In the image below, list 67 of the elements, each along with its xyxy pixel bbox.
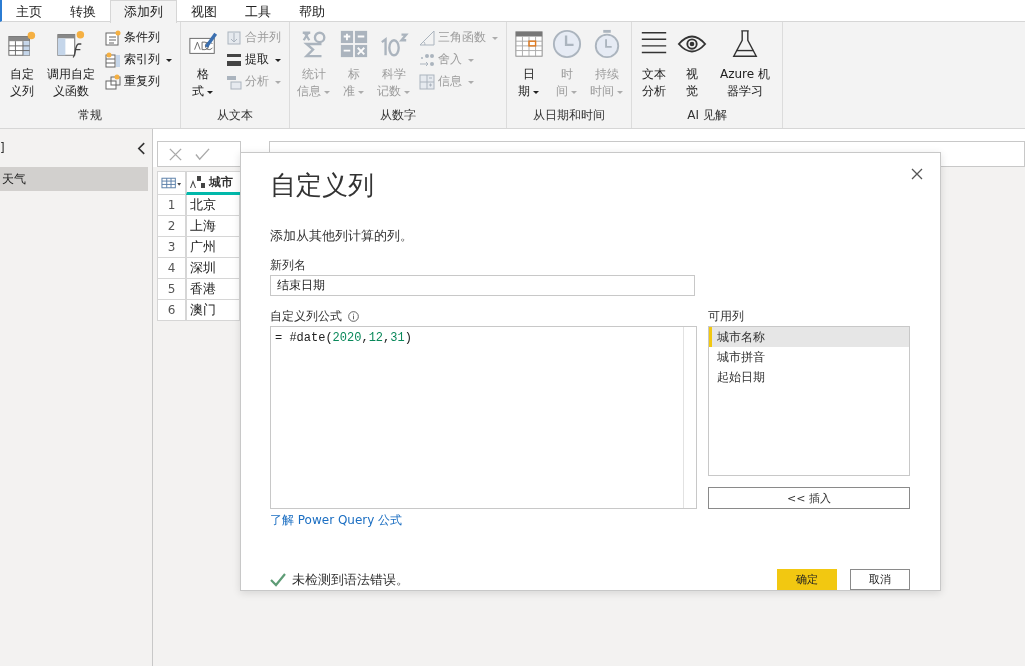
row-number: 2 — [157, 216, 186, 237]
column-list-item[interactable]: 城市名称 — [709, 327, 909, 347]
group-label: 从日期和时间 — [532, 107, 606, 124]
decimal-icon — [419, 51, 435, 68]
group-label: 常规 — [77, 107, 103, 124]
cancel-button[interactable]: 取消 — [850, 569, 910, 590]
info-icon[interactable] — [348, 310, 359, 322]
close-icon[interactable] — [911, 168, 923, 180]
ribbon-button[interactable]: 提取 — [223, 49, 285, 70]
triangle-icon — [419, 29, 435, 46]
field-label: 自定义列公式 — [270, 309, 342, 323]
flask-icon — [730, 29, 760, 59]
list-label: 可用列 — [708, 309, 745, 323]
calendar-icon — [514, 29, 544, 59]
field-label: 新列名 — [270, 258, 307, 272]
group-label: AI 见解 — [686, 107, 728, 124]
stopwatch-icon — [592, 29, 622, 59]
row-number: 1 — [157, 195, 186, 216]
ribbon-button[interactable]: 条件列 — [102, 27, 176, 48]
ribbon-tab[interactable]: 工具 — [231, 0, 285, 22]
row-number: 5 — [157, 279, 186, 300]
table-star-icon — [7, 29, 37, 59]
dialog-title: 自定义列 — [270, 169, 374, 202]
row-number: 3 — [157, 237, 186, 258]
numbered-grid-icon — [419, 73, 435, 90]
table-fx-icon — [56, 29, 86, 59]
check-icon — [270, 572, 286, 587]
stacked-marks-icon — [226, 51, 242, 68]
numbered-column-icon — [105, 51, 121, 68]
pane-title: ] — [0, 141, 5, 155]
status-message: 未检测到语法错误。 — [292, 570, 410, 589]
group-label: 从文本 — [216, 107, 254, 124]
table-menu-icon[interactable] — [161, 176, 182, 190]
ribbon-button[interactable]: 重复列 — [102, 71, 176, 92]
cancel-icon[interactable] — [168, 146, 183, 162]
ribbon-button[interactable]: 格式 — [185, 27, 221, 105]
math-operators-icon — [339, 29, 369, 59]
ok-button[interactable]: 确定 — [777, 569, 837, 590]
column-name-field[interactable]: 结束日期 — [270, 275, 695, 296]
dialog-description: 添加从其他列计算的列。 — [270, 227, 414, 245]
ribbon-button[interactable]: 自定义列 — [4, 27, 40, 105]
ribbon-tab[interactable]: 帮助 — [285, 0, 339, 22]
ribbon-button[interactable]: Azure 机器学习 — [712, 27, 778, 105]
ribbon-button[interactable]: 索引列 — [102, 49, 176, 70]
clock-icon — [552, 29, 582, 59]
insert-button[interactable]: << 插入 — [708, 487, 910, 509]
ribbon-tab[interactable]: 转换 — [56, 0, 110, 22]
row-number: 4 — [157, 258, 186, 279]
ribbon-button[interactable]: 视觉 — [674, 27, 710, 105]
group-label: 从数字 — [379, 107, 417, 124]
query-item[interactable]: 天气 — [0, 167, 148, 191]
ribbon-tab[interactable]: 主页 — [2, 0, 56, 22]
ribbon-tab[interactable]: 视图 — [177, 0, 231, 22]
duplicate-table-icon — [105, 73, 121, 90]
ribbon-button[interactable]: 文本分析 — [636, 27, 672, 105]
formula-editor[interactable]: = #date(2020,12,31) — [270, 326, 697, 509]
ribbon-button[interactable]: 调用自定义函数 — [42, 27, 100, 105]
table-marks-icon — [226, 73, 242, 90]
column-header[interactable]: 城市 — [186, 171, 240, 195]
row-number: 6 — [157, 300, 186, 321]
ribbon-button[interactable]: 日期 — [511, 27, 547, 105]
help-link[interactable]: 了解 Power Query 公式 — [270, 512, 403, 529]
check-icon[interactable] — [195, 146, 210, 162]
merge-columns-icon — [226, 29, 242, 46]
collapse-chevron-icon[interactable] — [137, 141, 146, 155]
text-type-icon — [190, 175, 206, 189]
ribbon-tab[interactable]: 添加列 — [110, 0, 177, 23]
